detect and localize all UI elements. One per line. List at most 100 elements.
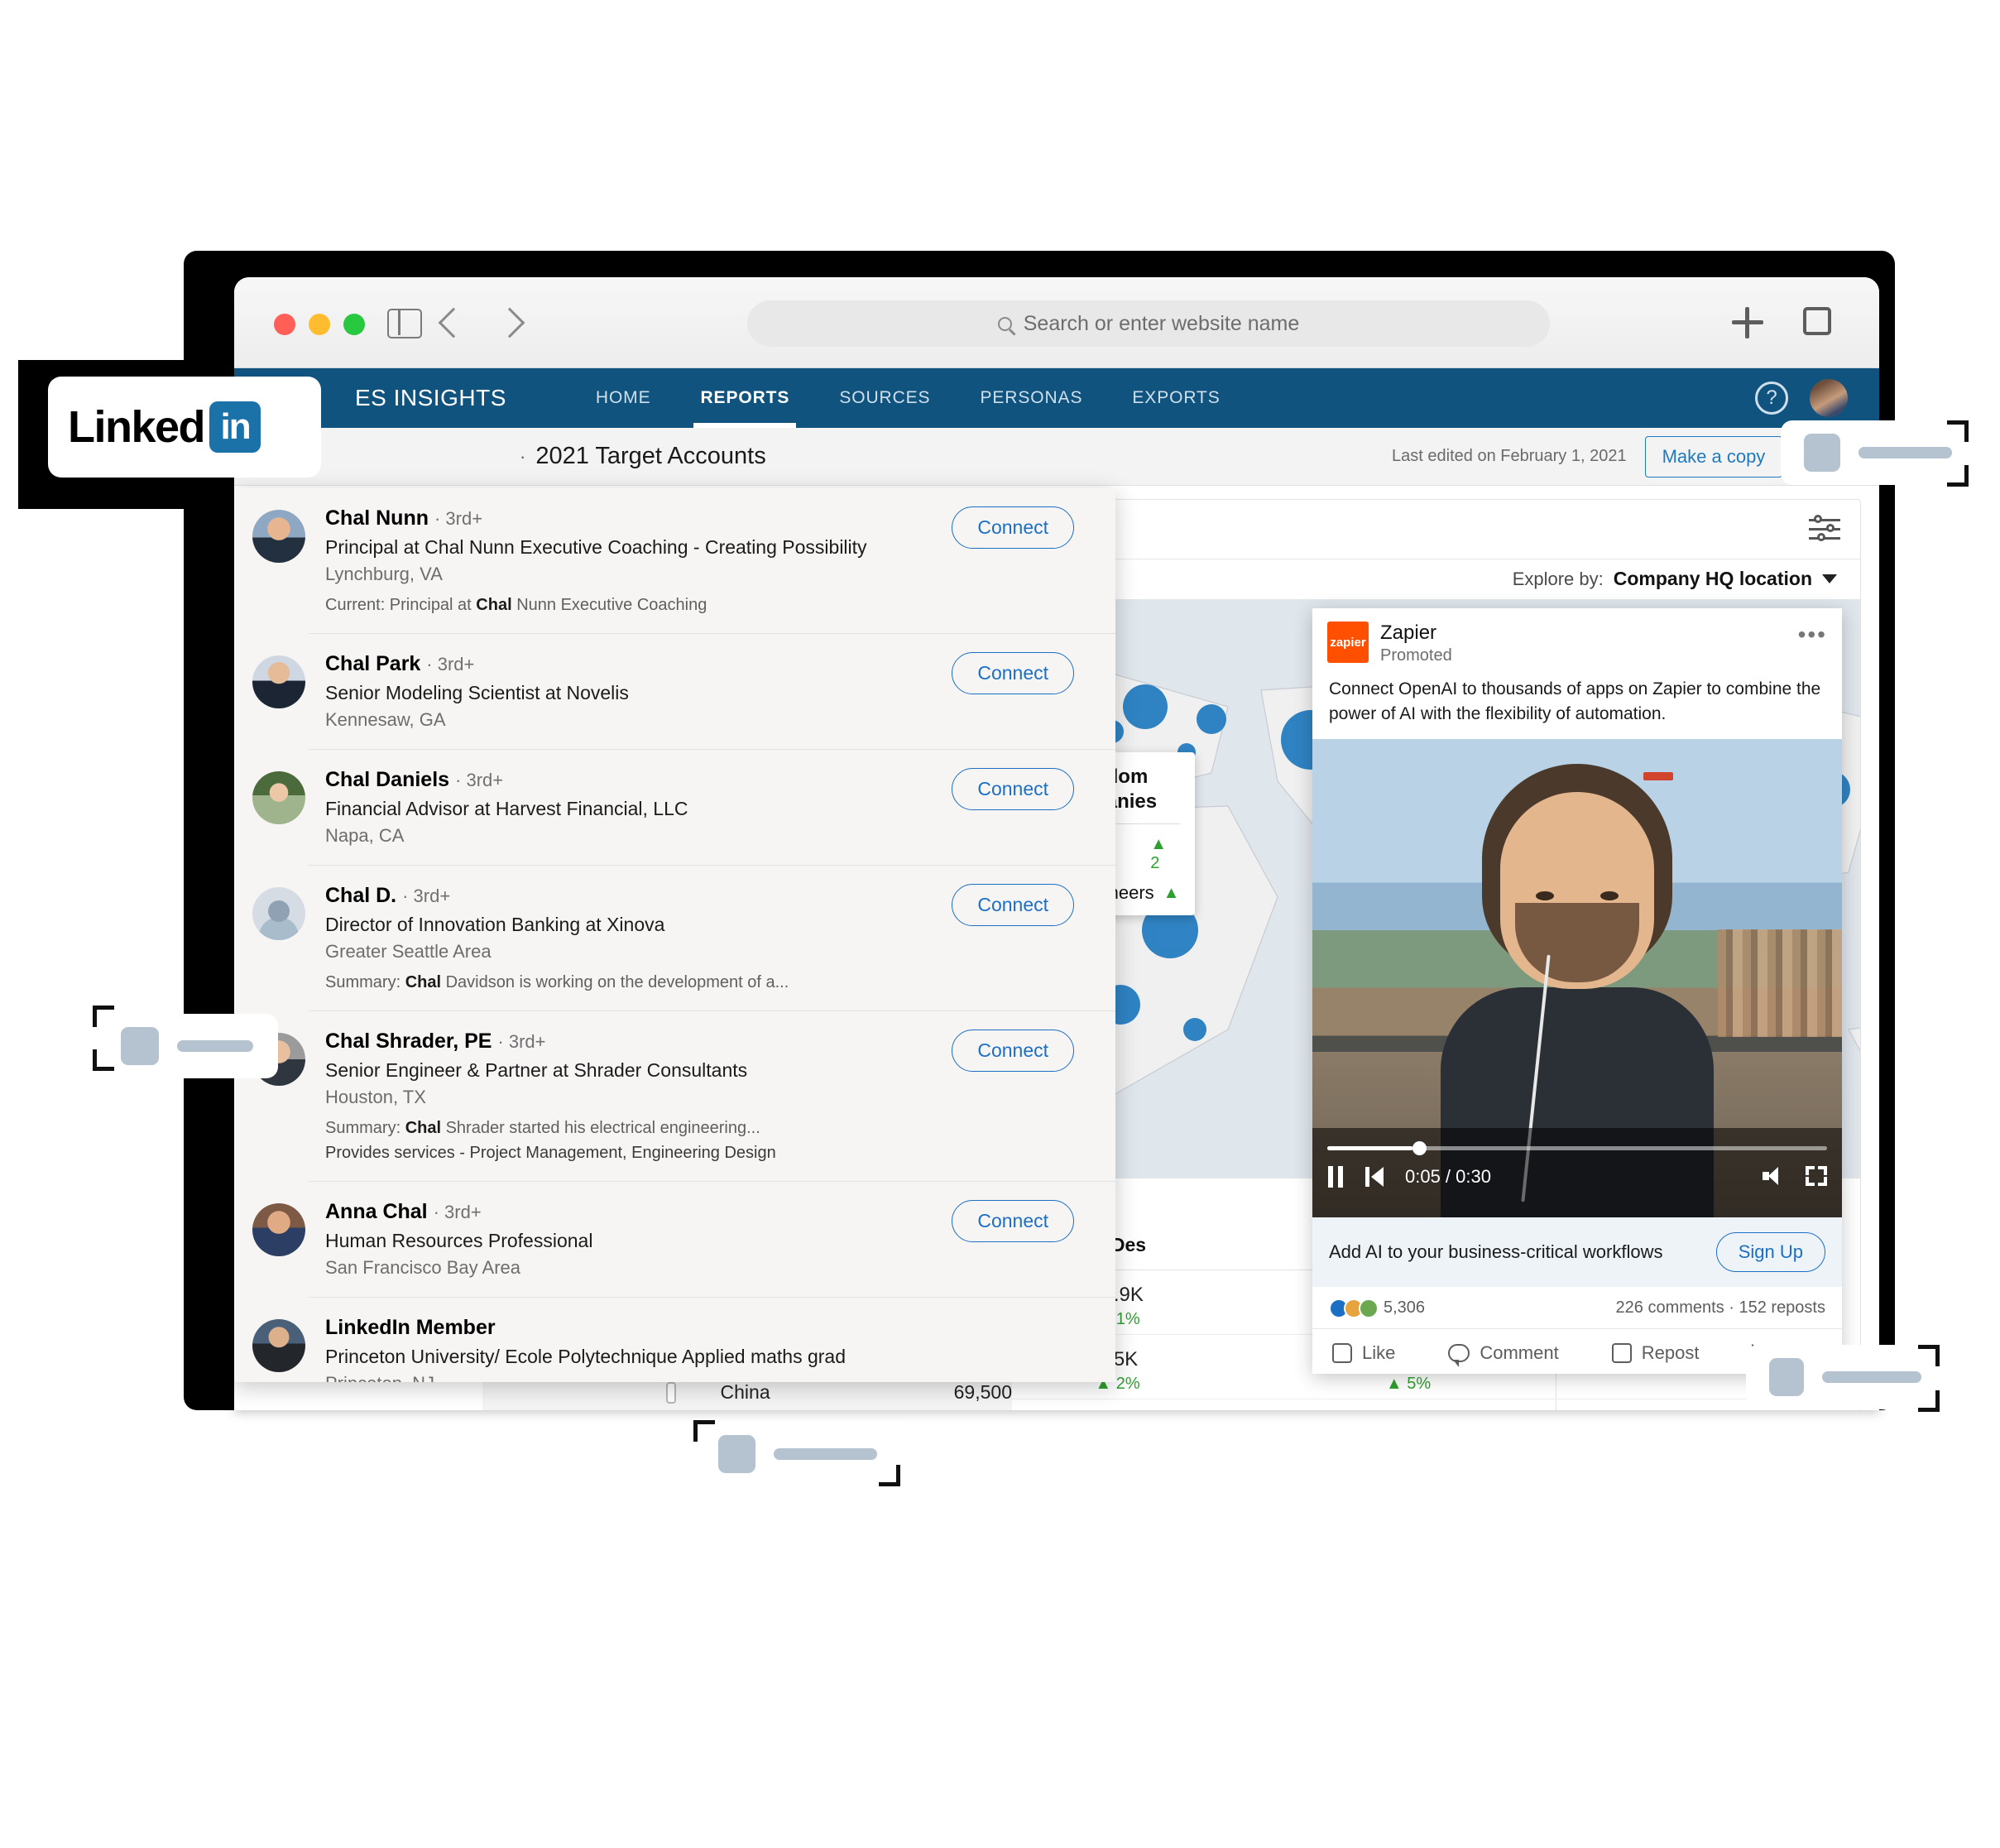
video-subject-face xyxy=(1500,791,1654,989)
avatar xyxy=(252,1319,305,1372)
explore-by-control[interactable]: Explore by: Company HQ location xyxy=(1513,568,1837,590)
window-traffic-lights[interactable] xyxy=(274,314,365,335)
video-subject-eye-left xyxy=(1536,890,1554,900)
explore-by-value: Company HQ location xyxy=(1613,568,1812,589)
video-subject-beard xyxy=(1515,902,1639,982)
selection-bracket xyxy=(1918,1390,1940,1412)
connect-button[interactable]: Connect xyxy=(952,768,1074,810)
sidebar-toggle-icon[interactable] xyxy=(387,309,422,338)
nav-item-sources[interactable]: SOURCES xyxy=(814,368,955,428)
row2-eng: 62.5K xyxy=(1261,1399,1556,1410)
placeholder-line xyxy=(1822,1371,1921,1383)
connect-button[interactable]: Connect xyxy=(952,884,1074,926)
result-location: Lynchburg, VA xyxy=(325,564,443,584)
connect-button[interactable]: Connect xyxy=(952,1200,1074,1242)
list-item[interactable]: Chal Nunn · 3rd+ Principal at Chal Nunn … xyxy=(234,488,1115,633)
linkedin-results-list: Chal Nunn · 3rd+ Principal at Chal Nunn … xyxy=(234,488,1115,1382)
help-icon[interactable]: ? xyxy=(1755,382,1788,415)
placeholder-thumb xyxy=(121,1027,159,1065)
make-a-copy-button[interactable]: Make a copy xyxy=(1644,435,1783,478)
post-reactions[interactable]: 5,306 xyxy=(1329,1298,1425,1318)
linkedin-in-icon: in xyxy=(209,401,261,453)
result-location: Houston, TX xyxy=(325,1087,426,1107)
nav-item-personas[interactable]: PERSONAS xyxy=(955,368,1107,428)
zapier-logo-icon: zapier xyxy=(1327,622,1369,663)
list-item[interactable]: LinkedIn Member Princeton University/ Ec… xyxy=(252,1297,1115,1382)
list-item[interactable]: Chal Daniels · 3rd+ Financial Advisor at… xyxy=(252,749,1115,865)
post-stats: 5,306 226 comments · 152 reposts xyxy=(1312,1287,1842,1329)
close-window-button[interactable] xyxy=(274,314,295,335)
nav-item-home[interactable]: HOME xyxy=(571,368,676,428)
plus-icon[interactable] xyxy=(1732,307,1763,338)
linkedin-logo-badge: Linked in xyxy=(48,377,321,478)
post-cta-bar: Add AI to your business-critical workflo… xyxy=(1312,1217,1842,1287)
support-reaction-icon xyxy=(1359,1298,1379,1318)
row2-extra1 xyxy=(1555,1399,1669,1410)
filter-settings-icon[interactable] xyxy=(1809,515,1840,541)
post-engagement[interactable]: 226 comments · 152 reposts xyxy=(1616,1298,1825,1318)
selection-bracket xyxy=(1947,465,1969,487)
result-summary: Summary: Chal Davidson is working on the… xyxy=(325,973,789,991)
post-author[interactable]: Zapier xyxy=(1380,622,1452,645)
avatar[interactable] xyxy=(1810,379,1848,417)
search-icon xyxy=(997,316,1012,331)
sign-up-button[interactable]: Sign Up xyxy=(1715,1231,1825,1272)
maximize-window-button[interactable] xyxy=(343,314,365,335)
post-video[interactable]: 0:05 / 0:30 xyxy=(1312,738,1842,1217)
placeholder-card xyxy=(1781,420,1975,485)
address-bar[interactable]: Search or enter website name xyxy=(747,300,1550,347)
result-name: LinkedIn Member xyxy=(325,1316,496,1339)
nav-item-exports[interactable]: EXPORTS xyxy=(1107,368,1245,428)
result-headline: Princeton University/ Ecole Polytechniqu… xyxy=(325,1346,847,1367)
list-item[interactable]: Anna Chal · 3rd+ Human Resources Profess… xyxy=(252,1181,1115,1297)
app-subbar: · 2021 Target Accounts Last edited on Fe… xyxy=(234,428,1879,486)
fullscreen-icon[interactable] xyxy=(1806,1165,1827,1186)
connect-button[interactable]: Connect xyxy=(952,506,1074,549)
minimize-window-button[interactable] xyxy=(309,314,330,335)
previous-icon[interactable] xyxy=(1365,1166,1384,1187)
volume-icon[interactable] xyxy=(1763,1166,1784,1185)
like-button[interactable]: Like xyxy=(1332,1342,1395,1364)
explore-by-label: Explore by: xyxy=(1512,568,1604,589)
video-subject-eye-right xyxy=(1600,890,1619,900)
video-time-display: 0:05 / 0:30 xyxy=(1405,1165,1491,1187)
screenshot-root: Search or enter website name ES INSIGHTS… xyxy=(0,0,2000,1848)
result-location: Napa, CA xyxy=(325,825,405,846)
chevron-down-icon[interactable] xyxy=(1822,574,1837,583)
list-item[interactable]: Chal Shrader, PE · 3rd+ Senior Engineer … xyxy=(252,1010,1115,1181)
video-progress-knob[interactable] xyxy=(1412,1140,1427,1155)
pause-icon[interactable] xyxy=(1327,1165,1344,1188)
result-location: Princeton, NJ xyxy=(325,1373,1091,1382)
post-body-text: Connect OpenAI to thousands of apps on Z… xyxy=(1329,679,1821,724)
last-edited-label: Last edited on February 1, 2021 xyxy=(1392,447,1627,465)
list-item[interactable]: Chal Park · 3rd+ Senior Modeling Scienti… xyxy=(252,633,1115,749)
placeholder-thumb xyxy=(1804,434,1841,472)
placeholder-card xyxy=(695,1422,900,1486)
video-progress-bar[interactable] xyxy=(1327,1140,1827,1155)
list-item[interactable]: Chal D. · 3rd+ Director of Innovation Ba… xyxy=(252,865,1115,1010)
forward-chevron-icon[interactable] xyxy=(494,307,525,338)
back-chevron-icon[interactable] xyxy=(438,307,469,338)
video-right-controls xyxy=(1763,1165,1827,1186)
app-brand: ES INSIGHTS xyxy=(355,385,506,410)
placeholder-line xyxy=(773,1448,877,1460)
thumbs-up-icon xyxy=(1332,1342,1352,1363)
selection-bracket xyxy=(1918,1345,1940,1366)
more-options-icon[interactable]: ••• xyxy=(1798,622,1827,648)
placeholder-card xyxy=(98,1014,278,1078)
selection-bracket xyxy=(1947,420,1969,442)
video-left-controls: 0:05 / 0:30 xyxy=(1327,1165,1491,1188)
connect-button[interactable]: Connect xyxy=(952,652,1074,694)
post-header: zapier Zapier Promoted ••• xyxy=(1312,608,1842,670)
nav-item-reports[interactable]: REPORTS xyxy=(675,368,814,428)
row-checkbox[interactable] xyxy=(666,1381,676,1404)
designers-delta: ▲ 2 xyxy=(1150,835,1167,872)
placeholder-thumb xyxy=(1769,1358,1805,1396)
selection-bracket xyxy=(693,1420,715,1442)
repost-button[interactable]: Repost xyxy=(1611,1342,1699,1364)
tabs-overview-icon[interactable] xyxy=(1803,300,1846,335)
result-summary: Summary: Chal Shrader started his electr… xyxy=(325,1119,760,1137)
connect-button[interactable]: Connect xyxy=(952,1030,1074,1072)
comment-button[interactable]: Comment xyxy=(1448,1342,1559,1367)
engineers-delta: ▲ xyxy=(1163,883,1180,902)
